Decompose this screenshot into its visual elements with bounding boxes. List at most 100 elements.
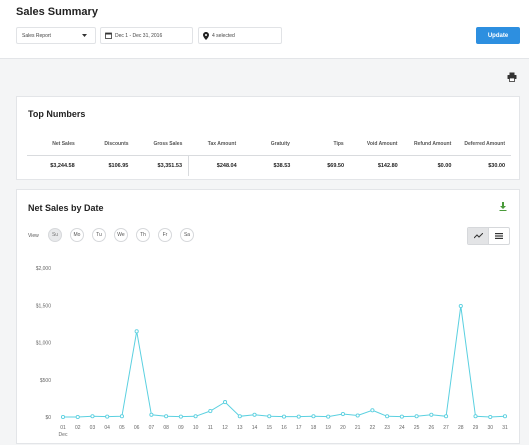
x-tick-label: 14 [252, 425, 258, 431]
data-point [252, 412, 257, 417]
date-range-value: Dec 1 - Dec 31, 2016 [115, 32, 163, 39]
date-range-picker[interactable]: Dec 1 - Dec 31, 2016 [100, 27, 193, 44]
y-tick-label: $1,000 [36, 341, 52, 347]
caret-down-icon [82, 34, 87, 37]
x-tick-label: 01 [60, 425, 66, 431]
top-numbers-card: Top Numbers Net Sales Discounts Gross Sa… [16, 96, 520, 180]
column-header: Gross Sales [153, 140, 183, 147]
data-point [178, 414, 183, 419]
x-tick-label: 10 [193, 425, 199, 431]
data-point [149, 412, 154, 417]
y-tick-label: $2,000 [36, 266, 52, 272]
data-point [90, 414, 95, 419]
x-tick-label: 04 [104, 425, 110, 431]
column-header: Tips [333, 140, 344, 147]
top-numbers-values-row: $3,244.58 $106.95 $3,351.53 $248.04 $38.… [27, 155, 511, 176]
data-point [105, 414, 110, 419]
data-point [414, 414, 419, 419]
top-bar: Sales Summary Sales Report Dec 1 - Dec 3… [0, 0, 529, 59]
data-point [267, 414, 272, 419]
column-value: $30.00 [488, 163, 506, 169]
x-tick-label: 16 [281, 425, 287, 431]
column-value: $3,244.58 [50, 163, 75, 169]
top-numbers-header-row: Net Sales Discounts Gross Sales Tax Amou… [27, 135, 511, 153]
x-tick-sublabel: Dec [59, 432, 68, 438]
data-point [488, 414, 493, 420]
x-tick-label: 02 [75, 425, 81, 431]
x-tick-label: 24 [399, 425, 405, 431]
x-tick-label: 25 [414, 425, 420, 431]
x-tick-label: 05 [119, 425, 125, 431]
data-point [223, 400, 228, 405]
column-header: Discounts [104, 140, 129, 147]
column-value: $142.80 [377, 163, 398, 169]
column-value: $106.95 [108, 163, 129, 169]
x-tick-label: 29 [473, 425, 479, 431]
x-tick-label: 28 [458, 425, 464, 431]
data-point [399, 414, 404, 419]
update-button[interactable]: Update [476, 27, 520, 44]
data-point [164, 414, 169, 419]
column-header: Refund Amount [413, 140, 452, 147]
column-value: $69.50 [327, 163, 345, 169]
location-select-value: 4 selected [212, 32, 235, 39]
data-point [370, 408, 375, 413]
column-header: Tax Amount [207, 140, 237, 147]
x-tick-label: 27 [443, 425, 449, 431]
data-point [444, 414, 449, 419]
column-header: Net Sales [52, 140, 75, 147]
x-tick-label: 03 [90, 425, 96, 431]
y-tick-label: $0 [45, 415, 51, 421]
column-header: Deferred Amount [464, 140, 506, 147]
x-tick-label: 21 [355, 425, 361, 431]
data-point [502, 414, 508, 419]
column-value: $38.53 [273, 163, 291, 169]
data-point [340, 411, 345, 417]
x-tick-label: 12 [222, 425, 228, 431]
x-tick-label: 07 [149, 425, 155, 431]
x-tick-label: 08 [163, 425, 169, 431]
y-tick-label: $1,500 [36, 303, 52, 309]
data-point [134, 329, 139, 334]
x-tick-label: 13 [237, 425, 243, 431]
x-tick-label: 15 [266, 425, 272, 431]
data-point [326, 414, 331, 419]
report-select-value: Sales Report [22, 32, 51, 39]
data-point [119, 414, 124, 419]
x-tick-label: 31 [502, 425, 508, 431]
data-point [385, 414, 390, 419]
x-tick-label: 18 [311, 425, 317, 431]
data-point [60, 414, 66, 420]
location-pin-icon [203, 31, 209, 40]
x-tick-label: 22 [370, 425, 376, 431]
data-point [281, 414, 287, 419]
column-value: $248.04 [216, 163, 237, 169]
data-point [193, 414, 198, 419]
data-point [208, 408, 213, 414]
net-sales-card: Net Sales by Date View Su Mo Tu We Th Fr… [16, 189, 520, 444]
location-select[interactable]: 4 selected [198, 27, 282, 44]
data-point [429, 412, 434, 417]
x-tick-label: 26 [429, 425, 435, 431]
y-tick-label: $500 [40, 378, 51, 384]
net-sales-line-chart: $0 $500 $1,000 $1,500 $2,000 01 02 03 04 05 06 07 08… [36, 266, 508, 438]
column-value: $0.00 [437, 163, 452, 169]
top-numbers-title: Top Numbers [28, 109, 86, 119]
x-tick-label: 23 [384, 425, 390, 431]
calendar-icon [105, 32, 112, 39]
data-point [311, 414, 316, 419]
data-point [75, 414, 80, 420]
column-header: Gratuity [270, 140, 290, 147]
page-title: Sales Summary [16, 6, 98, 18]
x-tick-label: 17 [296, 425, 302, 431]
x-tick-label: 09 [178, 425, 184, 431]
x-tick-label: 19 [325, 425, 331, 431]
data-point [296, 414, 301, 419]
x-tick-label: 20 [340, 425, 346, 431]
report-select[interactable]: Sales Report [16, 27, 96, 44]
print-icon[interactable] [507, 72, 517, 82]
column-value: $3,351.53 [134, 156, 190, 176]
column-header: Void Amount [366, 140, 398, 147]
data-point [355, 413, 360, 418]
x-tick-label: 06 [134, 425, 140, 431]
